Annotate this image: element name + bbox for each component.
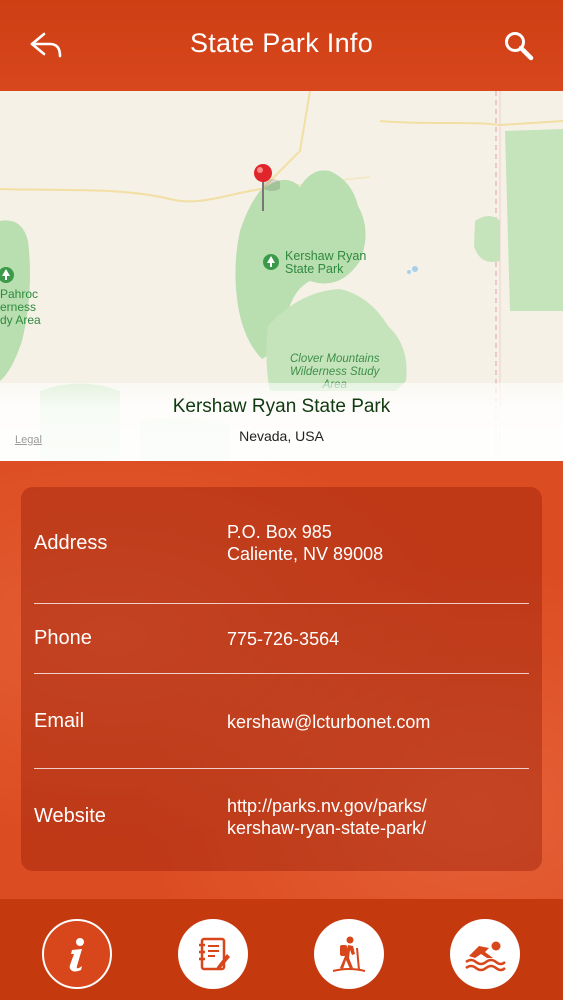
phone-label: Phone: [34, 627, 92, 649]
divider: [34, 603, 529, 604]
website-value[interactable]: http://parks.nv.gov/parks/ kershaw-ryan-…: [227, 795, 427, 839]
website-label: Website: [34, 805, 106, 827]
tab-info[interactable]: [42, 919, 112, 989]
park-region: Nevada, USA: [239, 428, 324, 444]
search-icon: [505, 32, 534, 61]
park-name: Kershaw Ryan State Park: [172, 396, 391, 417]
tab-hiking[interactable]: [314, 919, 384, 989]
tab-swimming[interactable]: [450, 919, 520, 989]
tab-notes[interactable]: [178, 919, 248, 989]
address-value[interactable]: P.O. Box 985 Caliente, NV 89008: [227, 521, 383, 565]
legal-link[interactable]: Legal: [15, 434, 42, 446]
info-icon: [69, 938, 84, 972]
page-title: State Park Info: [189, 28, 374, 58]
navigation-bar: State Park Info: [0, 0, 563, 91]
hiker-icon: [332, 936, 366, 972]
swimmer-icon: [465, 941, 506, 972]
email-value[interactable]: kershaw@lcturbonet.com: [227, 711, 430, 733]
address-line-1: P.O. Box 985: [227, 522, 332, 542]
notebook-icon: [199, 937, 230, 971]
left-park-map-label: Pahroc erness dy Area: [0, 287, 41, 327]
search-button[interactable]: [501, 28, 537, 64]
park-map-label: Kershaw Ryan State Park: [285, 249, 367, 276]
divider: [34, 673, 529, 674]
phone-value[interactable]: 775-726-3564: [227, 628, 339, 650]
website-line-2: kershaw-ryan-state-park/: [227, 818, 427, 838]
park-map[interactable]: Kershaw Ryan State Park Clover Mountains…: [0, 91, 563, 461]
divider: [34, 768, 529, 769]
map-caption: Kershaw Ryan State Park Nevada, USA: [0, 383, 563, 461]
website-line-1: http://parks.nv.gov/parks/: [227, 796, 427, 816]
map-pin-icon[interactable]: [250, 163, 282, 220]
address-line-2: Caliente, NV 89008: [227, 544, 384, 564]
address-label: Address: [34, 532, 108, 554]
tab-bar: [0, 899, 563, 1000]
email-label: Email: [34, 710, 85, 732]
info-card: Address P.O. Box 985 Caliente, NV 89008 …: [21, 487, 542, 871]
